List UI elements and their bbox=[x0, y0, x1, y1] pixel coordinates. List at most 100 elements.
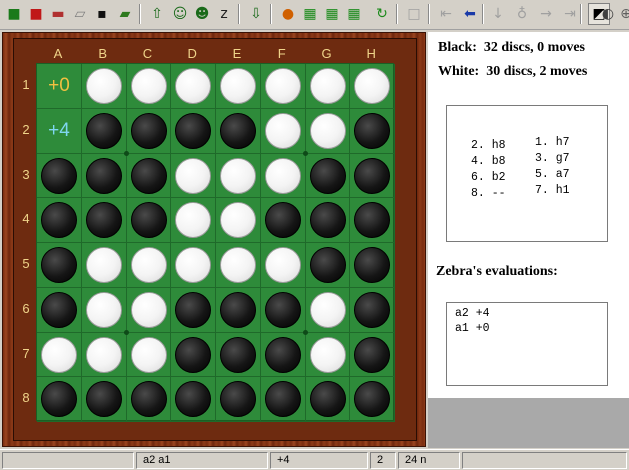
board-icon-3[interactable]: ▦ bbox=[343, 3, 365, 25]
new-game-icon[interactable]: ■ bbox=[25, 3, 47, 25]
board-square[interactable] bbox=[37, 243, 82, 288]
board-square[interactable] bbox=[126, 332, 172, 378]
board-square[interactable] bbox=[260, 108, 306, 154]
evaluations-list[interactable]: a2 +4 a1 +0 bbox=[446, 302, 608, 386]
board-square[interactable] bbox=[171, 64, 216, 109]
page-icon[interactable]: ▱ bbox=[69, 3, 91, 25]
board-square[interactable] bbox=[350, 332, 395, 378]
status-evaluation: +4 bbox=[270, 452, 368, 469]
board-square[interactable] bbox=[350, 153, 395, 199]
board-square[interactable] bbox=[216, 198, 261, 243]
board-square[interactable] bbox=[216, 108, 261, 154]
board-square[interactable] bbox=[126, 108, 172, 154]
board-square[interactable] bbox=[260, 332, 306, 378]
board-square[interactable] bbox=[305, 198, 351, 243]
board-square[interactable] bbox=[350, 377, 395, 422]
square-evaluation: +4 bbox=[48, 119, 70, 141]
lightbulb-icon[interactable]: ♁ bbox=[511, 3, 533, 25]
board-square[interactable] bbox=[260, 287, 306, 333]
board-square[interactable] bbox=[81, 153, 127, 199]
board-square[interactable] bbox=[171, 287, 216, 333]
board-square[interactable] bbox=[260, 153, 306, 199]
board-square[interactable] bbox=[126, 198, 172, 243]
contrast-icon[interactable]: ◐ bbox=[602, 3, 614, 25]
board-square[interactable] bbox=[350, 64, 395, 109]
stop-game-icon[interactable]: ■ bbox=[3, 3, 25, 25]
board-square[interactable] bbox=[350, 243, 395, 288]
board-square[interactable] bbox=[260, 64, 306, 109]
board-square[interactable] bbox=[37, 332, 82, 378]
save-game-icon[interactable]: ▪ bbox=[91, 3, 113, 25]
board-square[interactable] bbox=[305, 108, 351, 154]
board-square[interactable] bbox=[126, 64, 172, 109]
board-square[interactable] bbox=[37, 287, 82, 333]
board-square[interactable] bbox=[216, 64, 261, 109]
sleep-zz-icon[interactable]: z bbox=[213, 3, 235, 25]
board-square[interactable] bbox=[37, 153, 82, 199]
board-square[interactable] bbox=[81, 108, 127, 154]
white-disc bbox=[220, 247, 256, 283]
white-disc bbox=[175, 68, 212, 104]
board-square[interactable] bbox=[171, 153, 216, 199]
rules-icon[interactable]: ● bbox=[277, 3, 299, 25]
board-square[interactable] bbox=[81, 287, 127, 333]
board-square[interactable] bbox=[171, 198, 216, 243]
board-square[interactable] bbox=[81, 64, 127, 109]
board-square[interactable]: +0 bbox=[37, 64, 82, 109]
board-square[interactable] bbox=[171, 108, 216, 154]
board-square[interactable] bbox=[260, 243, 306, 288]
board-square[interactable] bbox=[37, 377, 82, 422]
board-square[interactable] bbox=[171, 332, 216, 378]
person-analyze-icon[interactable]: ☻ bbox=[191, 3, 213, 25]
board-square[interactable] bbox=[305, 287, 351, 333]
forward-icon[interactable]: → bbox=[535, 3, 557, 25]
board-square[interactable] bbox=[81, 243, 127, 288]
board-square[interactable]: +4 bbox=[37, 108, 82, 154]
refresh-icon[interactable]: ↻ bbox=[371, 3, 393, 25]
board-icon-2[interactable]: ▦ bbox=[321, 3, 343, 25]
black-disc bbox=[264, 381, 301, 418]
board-square[interactable] bbox=[305, 243, 351, 288]
open-folder-icon[interactable]: ▰ bbox=[114, 3, 136, 25]
board-square[interactable] bbox=[216, 377, 261, 422]
move-list[interactable]: 1. h7 2. h8 3. g7 4. b8 5. a7 6. b2 7. h… bbox=[446, 105, 608, 242]
board-square[interactable] bbox=[171, 243, 216, 288]
load-book-icon[interactable]: ▬ bbox=[47, 3, 69, 25]
board-square[interactable] bbox=[350, 287, 395, 333]
back-icon[interactable]: ⬅ bbox=[459, 3, 481, 25]
first-move-icon[interactable]: ⇤ bbox=[435, 3, 457, 25]
board-square[interactable] bbox=[126, 243, 172, 288]
board-square[interactable] bbox=[126, 287, 172, 333]
board-square[interactable] bbox=[37, 198, 82, 243]
board-square[interactable] bbox=[81, 332, 127, 378]
board-square[interactable] bbox=[305, 377, 351, 422]
globe-icon[interactable]: ⊕ bbox=[620, 3, 629, 25]
board-square[interactable] bbox=[81, 198, 127, 243]
board-square[interactable] bbox=[305, 332, 351, 378]
board-square[interactable] bbox=[350, 108, 395, 154]
person-search-icon[interactable]: ☺ bbox=[169, 3, 191, 25]
board-square[interactable] bbox=[305, 64, 351, 109]
board-square[interactable] bbox=[216, 332, 261, 378]
board-square[interactable] bbox=[350, 198, 395, 243]
drop-arrow-icon[interactable]: ⇩ bbox=[245, 3, 267, 25]
board-square[interactable] bbox=[260, 377, 306, 422]
last-move-icon[interactable]: ⇥ bbox=[559, 3, 581, 25]
board-square[interactable] bbox=[216, 287, 261, 333]
othello-board[interactable]: +0 +4 bbox=[36, 63, 395, 422]
blank-page-icon[interactable]: □ bbox=[403, 3, 425, 25]
board-square[interactable] bbox=[260, 198, 306, 243]
board-square[interactable] bbox=[81, 377, 127, 422]
board-square[interactable] bbox=[216, 243, 261, 288]
board-square[interactable] bbox=[126, 153, 172, 199]
hint-arrow-icon[interactable]: ⇧ bbox=[146, 3, 168, 25]
board-icon-1[interactable]: ▦ bbox=[299, 3, 321, 25]
black-disc bbox=[309, 202, 346, 239]
board-square[interactable] bbox=[171, 377, 216, 422]
black-disc bbox=[354, 112, 391, 149]
board-square[interactable] bbox=[305, 153, 351, 199]
board-square[interactable] bbox=[216, 153, 261, 199]
board-marker-dot bbox=[123, 150, 129, 156]
down-icon[interactable]: ↓ bbox=[487, 3, 509, 25]
board-square[interactable] bbox=[126, 377, 172, 422]
